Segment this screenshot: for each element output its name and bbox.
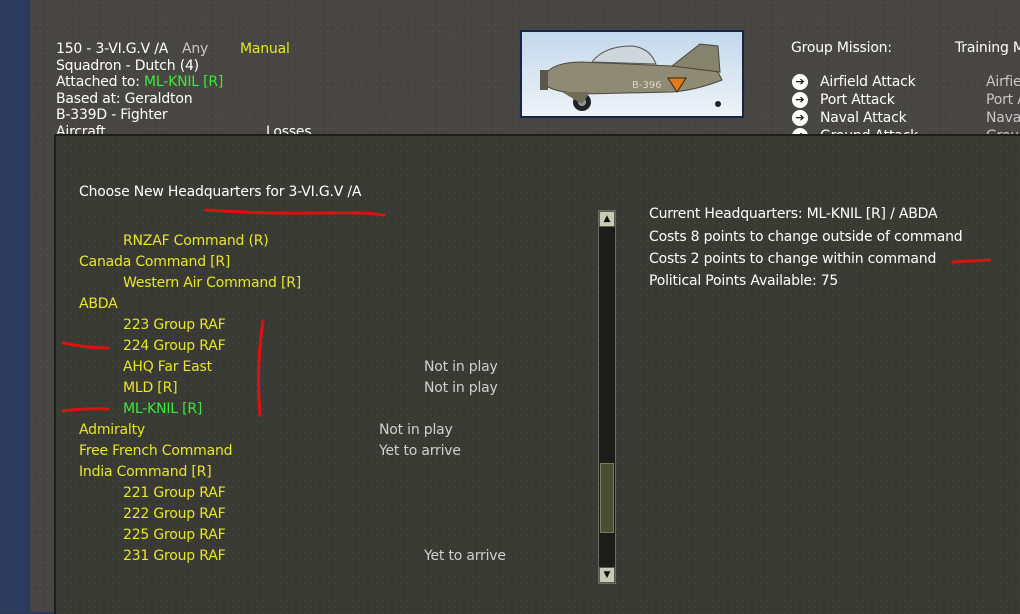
hq-item[interactable]: Canada Command [R] [79, 254, 230, 270]
training-label: Training M [955, 40, 1020, 56]
mission-port-attack[interactable]: Port Attack [820, 92, 895, 108]
manual-setting[interactable]: Manual [240, 41, 290, 57]
hq-list-scrollbar[interactable]: ▲ ▼ [598, 210, 616, 584]
arrow-right-icon[interactable]: ➔ [792, 110, 808, 126]
hq-item[interactable]: 225 Group RAF [123, 527, 226, 543]
cost-within-info: Costs 2 points to change within command [649, 251, 937, 267]
hq-item[interactable]: 221 Group RAF [123, 485, 226, 501]
hq-item[interactable]: ABDA [79, 296, 118, 312]
red-dash-annotation [951, 258, 992, 264]
hq-item[interactable]: Free French Command [79, 443, 233, 459]
red-bracket-annotation [61, 319, 265, 417]
hq-item[interactable]: Admiralty [79, 422, 145, 438]
aircraft-marking: B-396 [632, 80, 662, 91]
attached-label: Attached to: [56, 74, 140, 90]
hq-item[interactable]: India Command [R] [79, 464, 212, 480]
scroll-down-button[interactable]: ▼ [599, 567, 615, 583]
arrow-right-icon[interactable]: ➔ [792, 92, 808, 108]
cost-outside-info: Costs 8 points to change outside of comm… [649, 229, 963, 245]
mission-right-naval[interactable]: Nava [986, 110, 1020, 126]
hq-item[interactable]: RNZAF Command (R) [123, 233, 269, 249]
hq-status: Not in play [424, 359, 498, 375]
aircraft-type[interactable]: B-339D - Fighter [56, 107, 168, 123]
scroll-up-button[interactable]: ▲ [599, 211, 615, 227]
red-underline-annotation [204, 208, 386, 217]
unit-id: 150 - 3-VI.G.V /A [56, 41, 169, 57]
left-edge-bar [0, 0, 26, 612]
hq-status: Yet to arrive [379, 443, 461, 459]
hq-item[interactable]: 231 Group RAF [123, 548, 226, 564]
based-at[interactable]: Based at: Geraldton [56, 91, 193, 107]
aircraft-image: B-396 [522, 32, 742, 116]
dialog-title: Choose New Headquarters for 3-VI.G.V /A [79, 184, 362, 200]
political-points-info: Political Points Available: 75 [649, 273, 839, 289]
mission-right-airfield[interactable]: Airfie [986, 74, 1020, 90]
hq-status: Yet to arrive [424, 548, 506, 564]
hq-status: Not in play [424, 380, 498, 396]
any-setting[interactable]: Any [182, 41, 208, 57]
attached-hq-link[interactable]: ML-KNIL [R] [144, 74, 223, 90]
mission-right-port[interactable]: Port A [986, 92, 1020, 108]
hq-status: Not in play [379, 422, 453, 438]
current-hq-info: Current Headquarters: ML-KNIL [R] / ABDA [649, 206, 938, 222]
hq-item[interactable]: Western Air Command [R] [123, 275, 301, 291]
squadron-info: Squadron - Dutch (4) [56, 58, 199, 74]
mission-airfield-attack[interactable]: Airfield Attack [820, 74, 916, 90]
hq-item[interactable]: 222 Group RAF [123, 506, 226, 522]
group-mission-label: Group Mission: [791, 40, 892, 56]
arrow-right-icon[interactable]: ➔ [792, 74, 808, 90]
scroll-thumb[interactable] [600, 463, 614, 533]
mission-naval-attack[interactable]: Naval Attack [820, 110, 907, 126]
aircraft-picture: B-396 [520, 30, 744, 118]
